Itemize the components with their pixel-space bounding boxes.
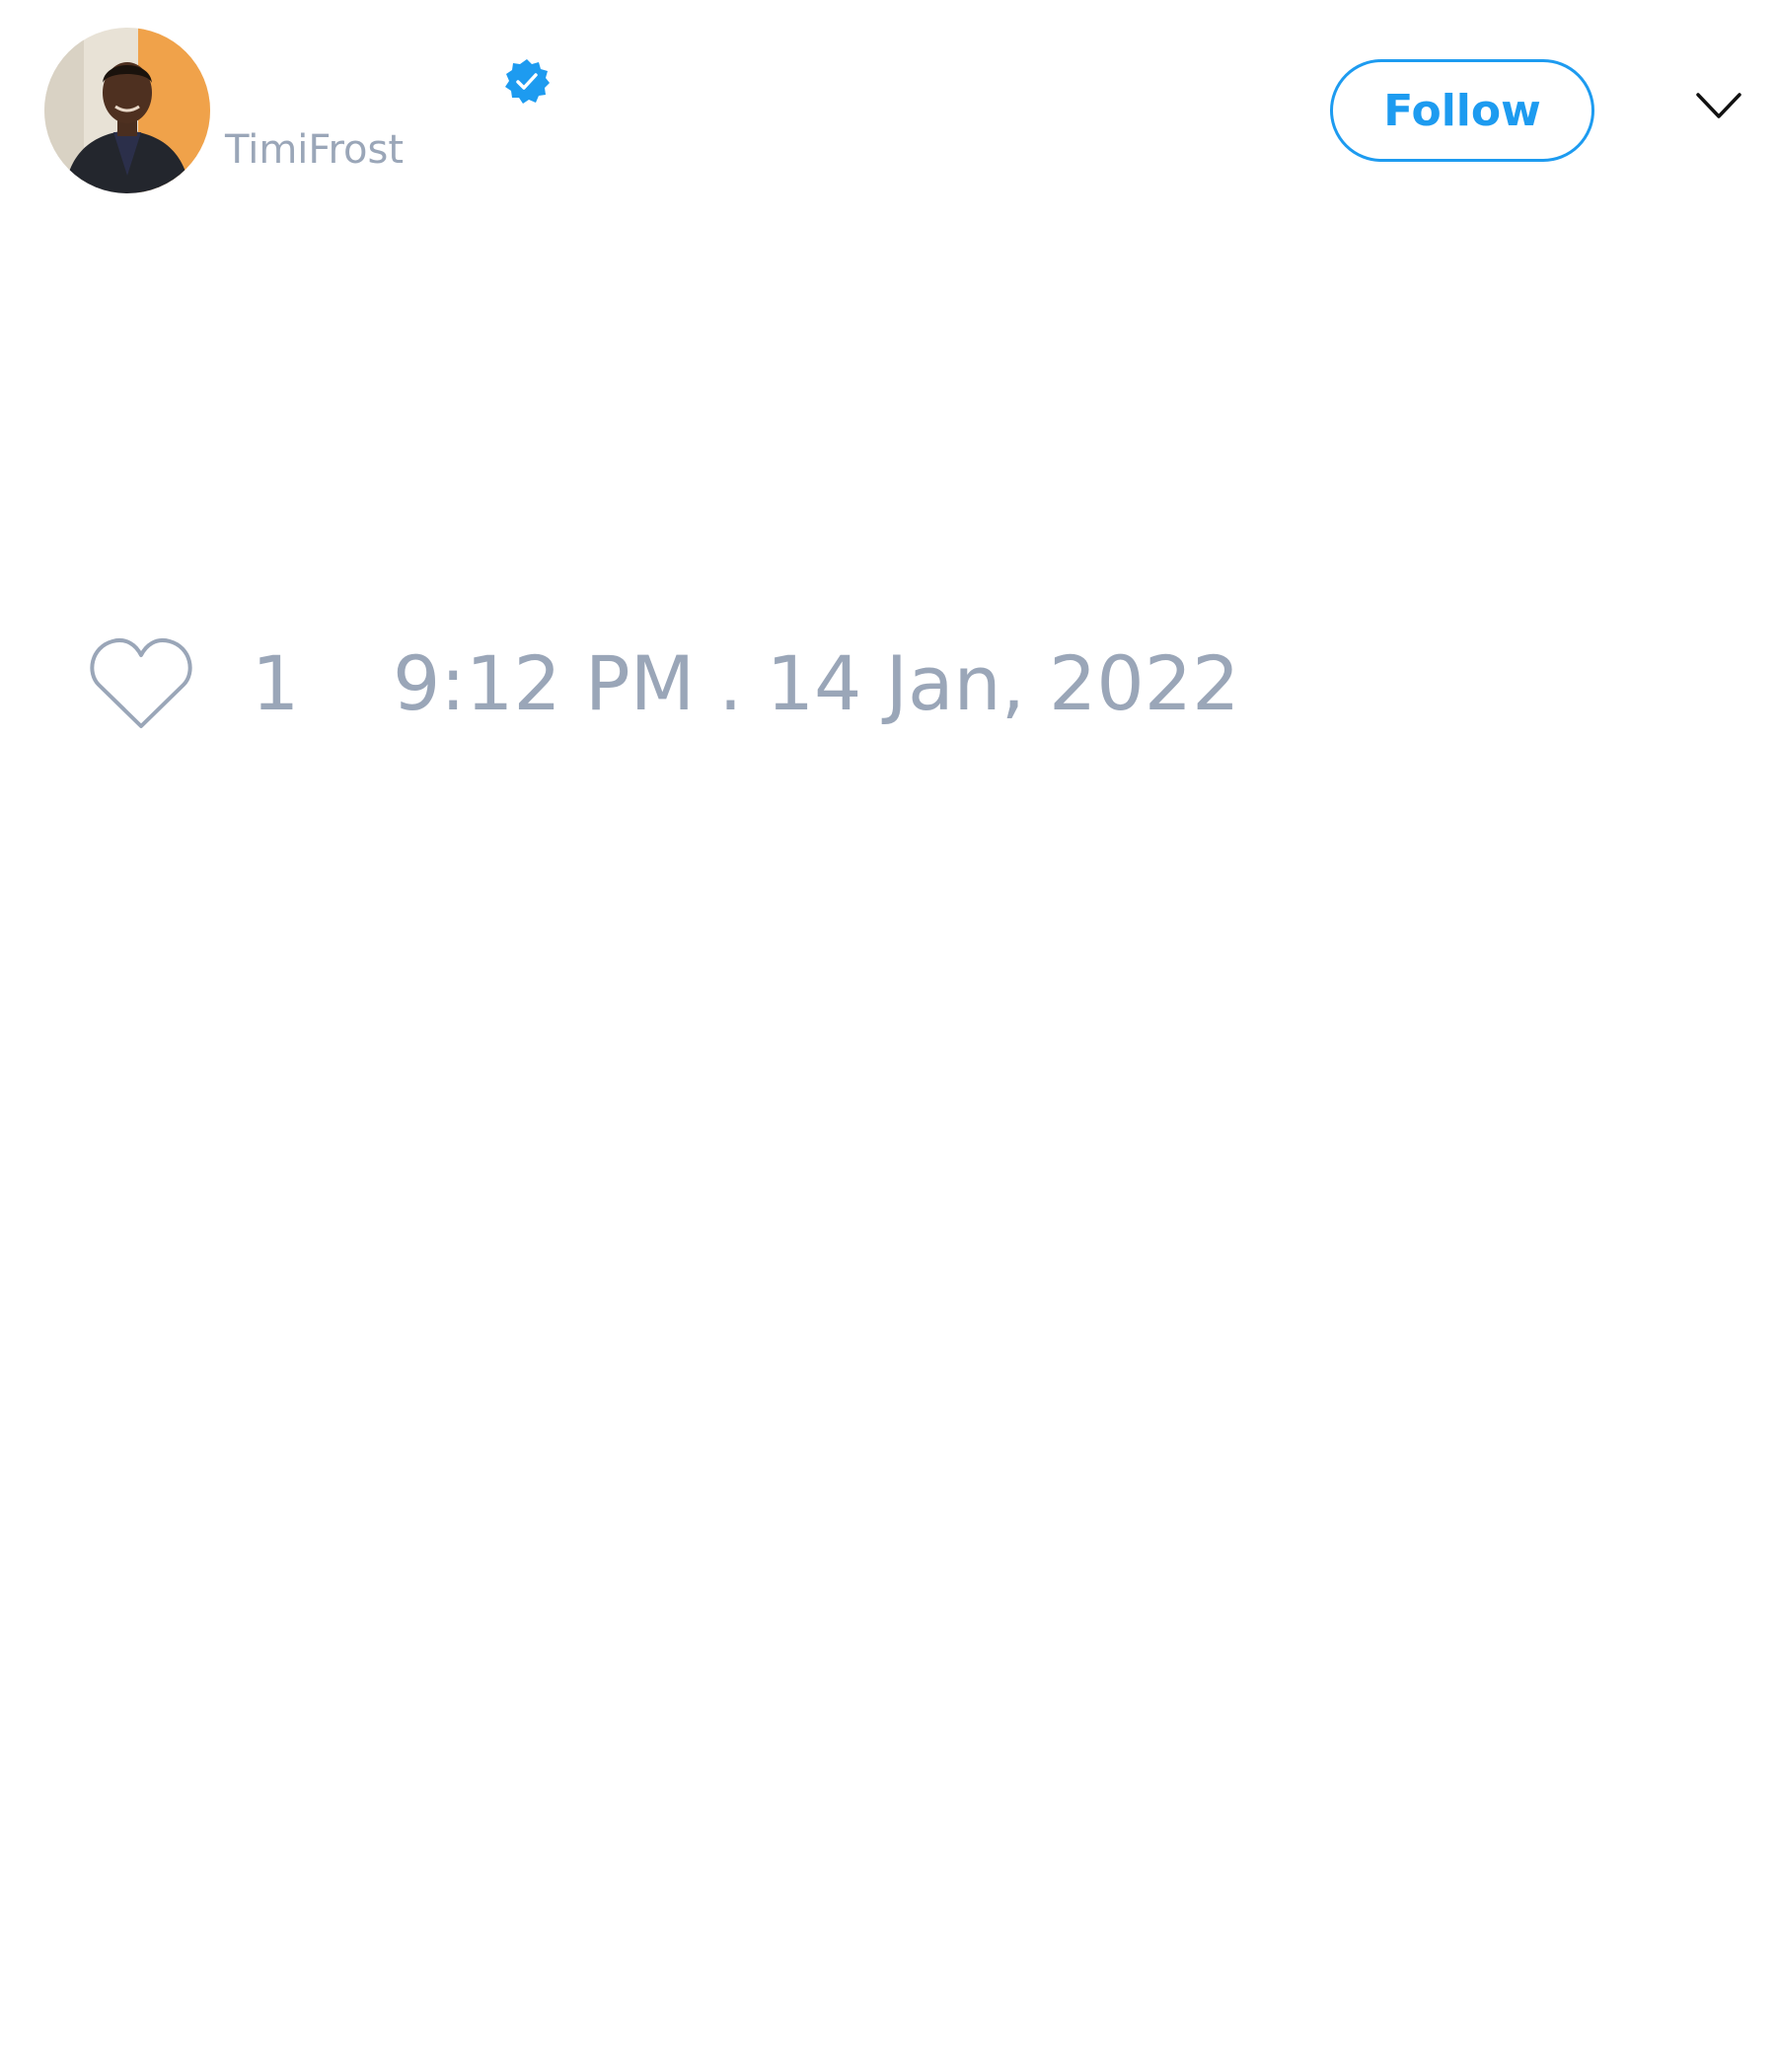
follow-button[interactable]: Follow <box>1330 59 1594 162</box>
author-handle[interactable]: TimiFrost <box>225 126 404 174</box>
tweet-timestamp[interactable]: 9:12 PM . 14 Jan, 2022 <box>393 639 1239 728</box>
avatar[interactable] <box>44 28 210 193</box>
chevron-down-icon[interactable] <box>1695 91 1742 120</box>
like-count: 1 <box>252 639 300 727</box>
verified-badge-icon <box>505 59 550 104</box>
avatar-photo <box>44 28 210 193</box>
heart-outline-icon[interactable] <box>89 633 193 730</box>
